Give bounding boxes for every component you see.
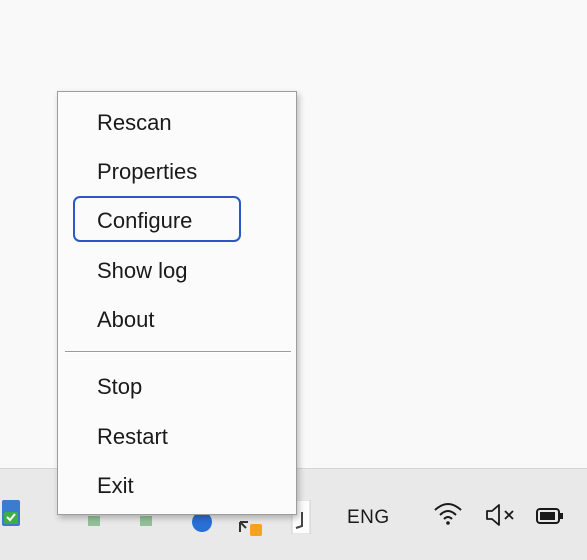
language-indicator[interactable]: ENG [347,507,390,529]
wifi-icon[interactable] [432,500,464,526]
menu-item-label: Configure [97,208,193,233]
menu-item-exit[interactable]: Exit [58,464,296,508]
menu-item-label: Exit [97,473,134,498]
menu-item-restart[interactable]: Restart [58,415,296,459]
menu-item-rescan[interactable]: Rescan [58,101,296,145]
battery-icon[interactable] [536,507,566,525]
menu-item-label: Rescan [97,110,172,135]
shield-icon[interactable] [2,500,20,526]
menu-item-about[interactable]: About [58,298,296,342]
app-icon[interactable] [236,512,266,536]
app-icon[interactable] [88,514,102,528]
menu-item-label: About [97,307,155,332]
menu-item-properties[interactable]: Properties [58,150,296,194]
menu-item-stop[interactable]: Stop [58,365,296,409]
volume-muted-icon[interactable] [484,502,520,528]
menu-item-show-log[interactable]: Show log [58,249,296,293]
menu-item-label: Restart [97,424,168,449]
menu-item-configure[interactable]: Configure [58,199,296,243]
tray-context-menu: Rescan Properties Configure Show log Abo… [57,91,297,515]
menu-item-label: Show log [97,258,188,283]
menu-item-label: Stop [97,374,143,399]
menu-separator [65,351,291,353]
menu-item-label: Properties [97,159,198,184]
app-icon[interactable] [140,514,154,528]
